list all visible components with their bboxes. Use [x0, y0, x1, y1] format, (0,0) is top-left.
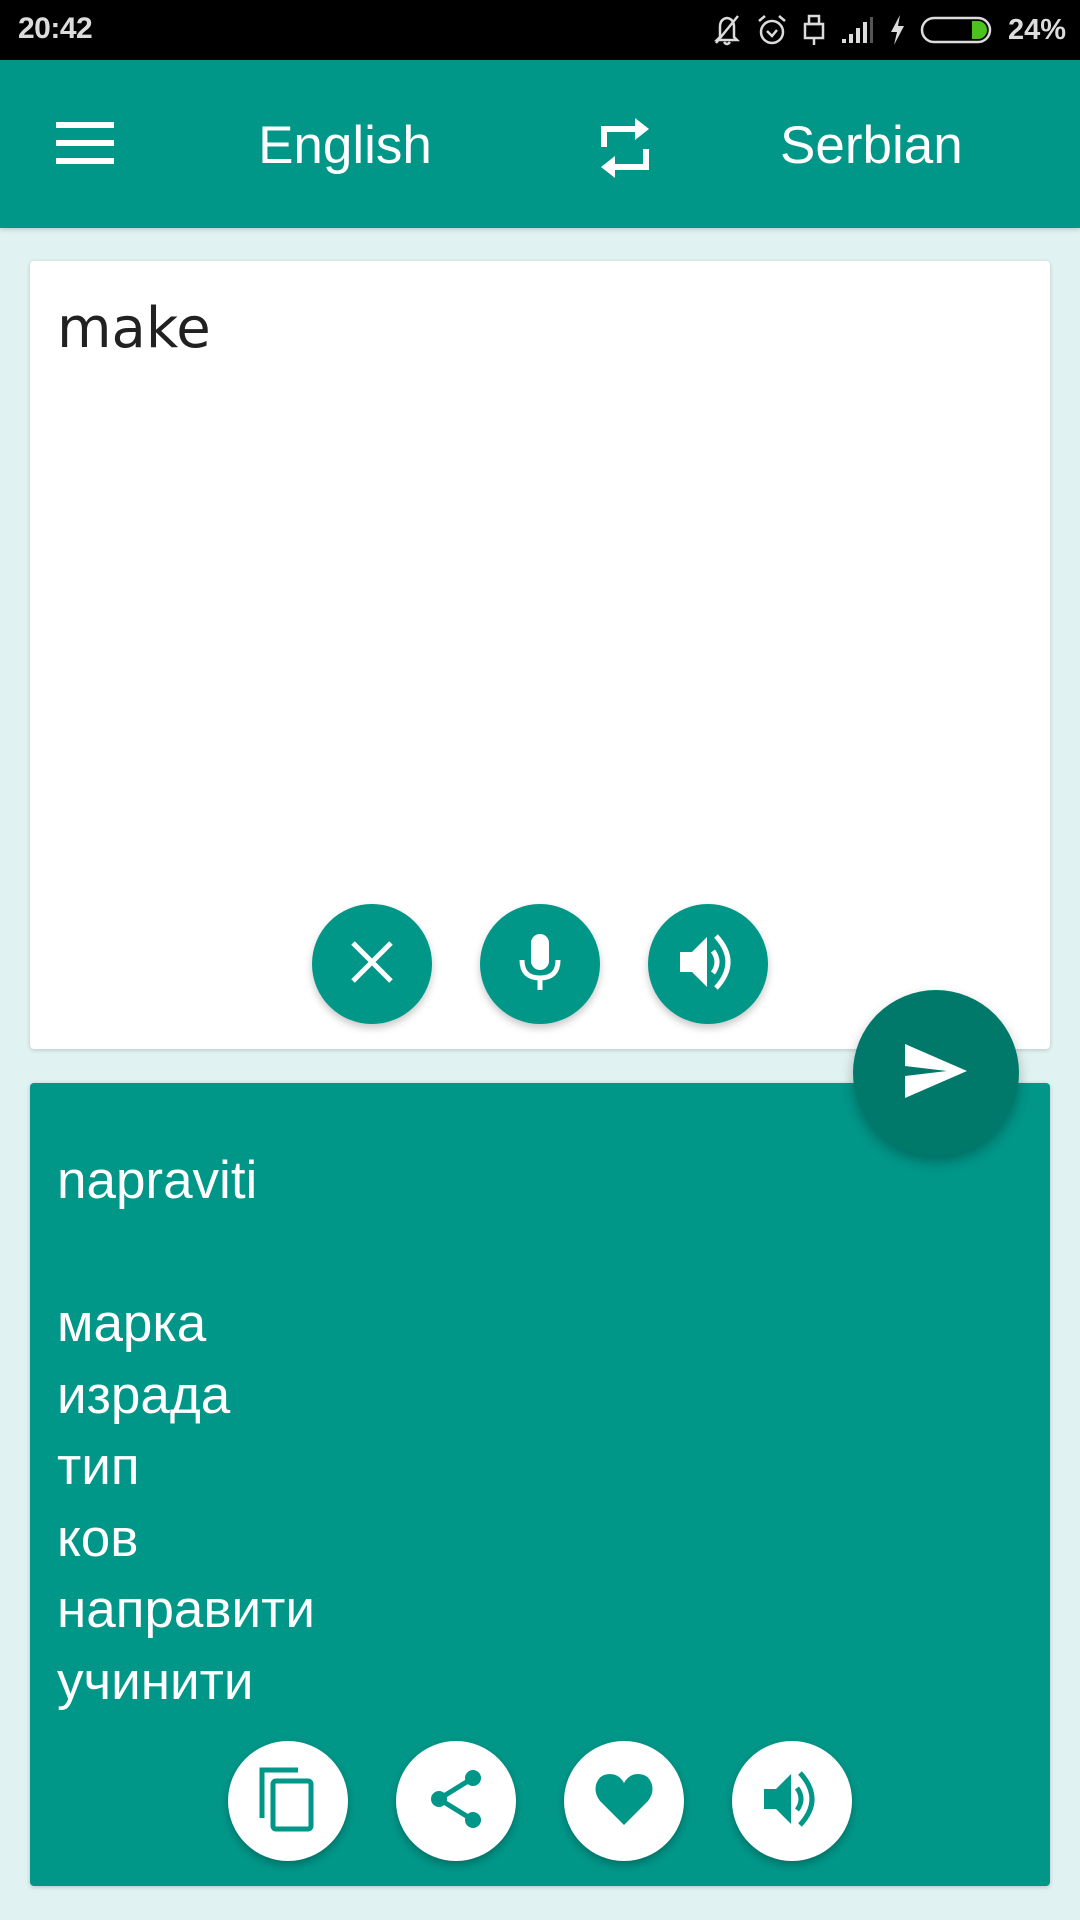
volume-icon — [762, 1770, 822, 1833]
translation-primary: napraviti — [57, 1151, 258, 1210]
send-icon — [903, 1043, 969, 1103]
source-language-selector[interactable]: English — [205, 116, 485, 176]
favorite-button[interactable] — [564, 1741, 684, 1861]
translation-alternative: марка — [57, 1294, 207, 1353]
translation-alternative: ков — [57, 1508, 139, 1568]
notifications-off-icon — [712, 13, 742, 47]
translation-alternatives: марка израда тип ков направити учинити — [57, 1288, 315, 1717]
status-time: 20:42 — [18, 12, 93, 45]
translation-alternative: тип — [57, 1437, 140, 1496]
hamburger-menu-icon — [56, 121, 114, 169]
input-card: make — [30, 261, 1050, 1049]
microphone-button[interactable] — [480, 904, 600, 1024]
menu-button[interactable] — [40, 110, 130, 180]
usb-icon — [802, 13, 826, 47]
translation-alternative: учинити — [57, 1651, 254, 1711]
share-button[interactable] — [396, 1741, 516, 1861]
translation-alternative: израда — [57, 1365, 231, 1425]
microphone-icon — [517, 932, 563, 997]
share-icon — [427, 1768, 485, 1835]
swap-languages-button[interactable] — [580, 110, 670, 190]
battery-icon — [920, 15, 992, 45]
signal-icon — [840, 15, 874, 45]
app-bar: English Serbian — [0, 60, 1080, 228]
output-card: napraviti марка израда тип ков направити… — [30, 1083, 1050, 1886]
close-icon — [349, 939, 395, 990]
battery-percent: 24% — [1007, 13, 1066, 46]
alarm-icon — [756, 13, 788, 47]
copy-button[interactable] — [228, 1741, 348, 1861]
copy-icon — [258, 1766, 318, 1837]
translation-alternative: направити — [57, 1580, 316, 1639]
speak-source-button[interactable] — [648, 904, 768, 1024]
target-language-selector[interactable]: Serbian — [780, 116, 1030, 176]
status-icons: 24% — [712, 10, 1066, 50]
swap-languages-icon — [597, 117, 653, 184]
volume-icon — [678, 933, 738, 996]
heart-icon — [594, 1771, 654, 1832]
translate-button[interactable] — [853, 990, 1019, 1156]
clear-button[interactable] — [312, 904, 432, 1024]
status-bar: 20:42 24% — [0, 0, 1080, 60]
source-text-input[interactable]: make — [57, 297, 211, 361]
charging-icon — [888, 14, 906, 46]
speak-translation-button[interactable] — [732, 1741, 852, 1861]
